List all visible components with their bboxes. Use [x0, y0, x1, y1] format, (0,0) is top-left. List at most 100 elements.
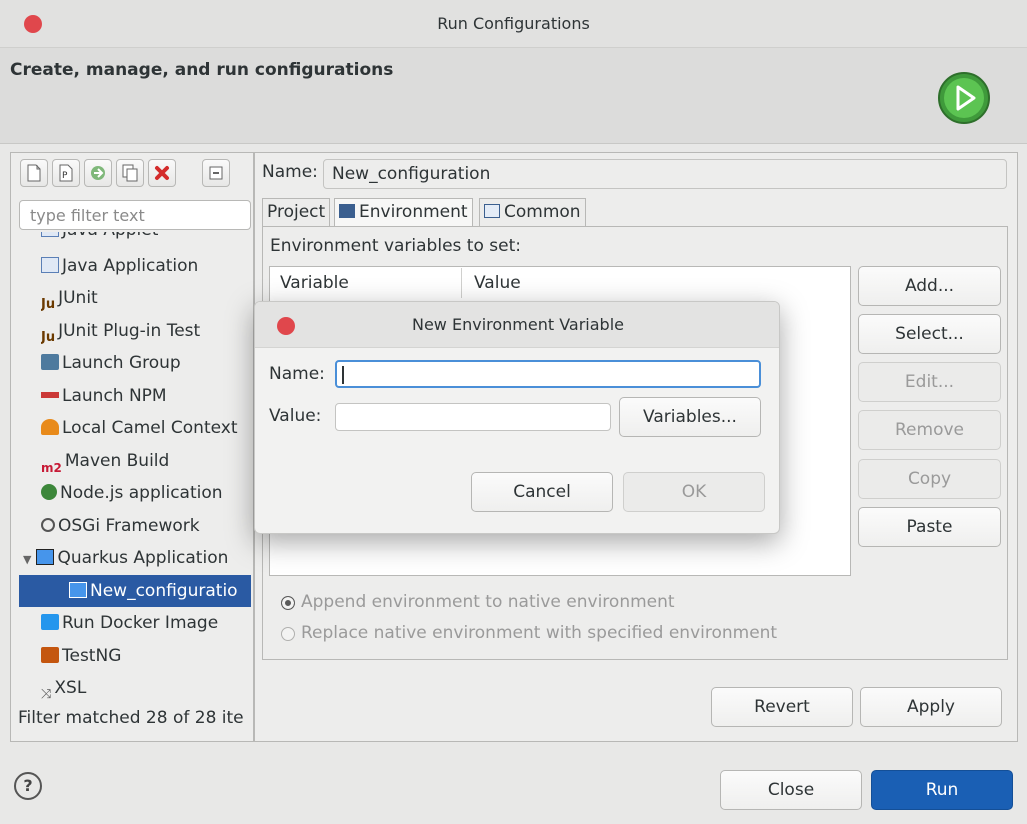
tree-item-label: JUnit Plug-in Test — [58, 321, 201, 341]
environment-tab-icon — [339, 203, 355, 218]
config-name-field[interactable] — [323, 159, 1007, 189]
tree-item-xsl[interactable]: ⤨ XSL — [41, 672, 251, 704]
append-env-label: Append environment to native environment — [301, 592, 675, 612]
java-applet-icon — [41, 232, 59, 237]
docker-icon — [41, 613, 59, 630]
tree-item-launch-npm[interactable]: Launch NPM — [41, 380, 251, 412]
duplicate-button[interactable] — [116, 159, 144, 187]
osgi-icon — [41, 517, 55, 532]
collapse-all-button[interactable] — [202, 159, 230, 187]
replace-env-radio[interactable] — [281, 627, 295, 641]
new-file-icon — [27, 164, 41, 182]
column-divider — [461, 268, 462, 298]
delete-button[interactable] — [148, 159, 176, 187]
new-config-button[interactable] — [20, 159, 48, 187]
filter-status: Filter matched 28 of 28 ite — [18, 708, 244, 728]
export-icon — [91, 166, 105, 180]
run-icon — [938, 72, 990, 124]
tab-label: Common — [504, 202, 581, 222]
env-variables-label: Environment variables to set: — [270, 236, 521, 256]
chevron-down-icon[interactable]: ▼ — [23, 553, 31, 566]
tab-environment[interactable]: Environment — [334, 198, 473, 226]
copy-button[interactable]: Copy — [858, 459, 1001, 499]
tree-item-label: Launch NPM — [62, 386, 167, 406]
tree-item-java-application[interactable]: Java Application — [41, 250, 251, 282]
maven-icon: m2 — [41, 460, 62, 475]
tree-item-label: Local Camel Context — [62, 418, 238, 438]
tree-item-label: TestNG — [62, 646, 122, 666]
tab-project[interactable]: Project — [262, 198, 331, 226]
tree-item-osgi-framework[interactable]: OSGi Framework — [41, 510, 251, 542]
apply-button[interactable]: Apply — [860, 687, 1002, 727]
tab-common[interactable]: Common — [479, 198, 586, 226]
dialog-close-button[interactable] — [277, 317, 295, 335]
collapse-all-icon — [209, 166, 223, 180]
variables-button[interactable]: Variables... — [619, 397, 761, 437]
config-tree: Java Applet Java Application JuJUnit JuJ… — [19, 232, 251, 712]
testng-icon — [41, 646, 59, 663]
tree-item-label: Run Docker Image — [62, 613, 219, 633]
tree-item-java-applet[interactable]: Java Applet — [41, 232, 251, 246]
tree-item-new-configuration[interactable]: New_configuratio — [19, 575, 251, 607]
tree-item-label: Java Application — [62, 256, 199, 276]
variable-value-input[interactable] — [335, 403, 611, 431]
dialog-name-label: Name: — [269, 364, 325, 384]
name-label: Name: — [262, 162, 318, 182]
export-button[interactable] — [84, 159, 112, 187]
tree-item-label: Launch Group — [62, 353, 181, 373]
window-title: Run Configurations — [437, 14, 590, 33]
window-close-button[interactable] — [24, 15, 42, 33]
dialog-title: New Environment Variable — [411, 315, 624, 334]
tree-item-maven-build[interactable]: m2 Maven Build — [41, 445, 251, 477]
cancel-button[interactable]: Cancel — [471, 472, 613, 512]
launch-group-icon — [41, 353, 59, 370]
tree-item-label: Node.js application — [60, 483, 223, 503]
svg-text:P: P — [62, 171, 68, 181]
tree-item-label: XSL — [54, 678, 87, 698]
tree-item-quarkus-application[interactable]: ▼ Quarkus Application — [23, 542, 251, 574]
tree-item-junit-plugin-test[interactable]: Ju JUnit Plug-in Test — [41, 315, 251, 347]
column-header-variable[interactable]: Variable — [280, 273, 349, 293]
text-caret — [342, 366, 344, 384]
add-button[interactable]: Add... — [858, 266, 1001, 306]
variable-name-input[interactable] — [335, 360, 761, 388]
quarkus-icon — [36, 548, 55, 565]
help-icon[interactable]: ? — [14, 772, 42, 800]
tree-item-label: Maven Build — [64, 451, 170, 471]
java-application-icon — [41, 256, 59, 273]
dialog-value-label: Value: — [269, 406, 322, 426]
edit-button[interactable]: Edit... — [858, 362, 1001, 402]
tree-item-label: Java Applet — [62, 232, 158, 240]
tree-item-launch-group[interactable]: Launch Group — [41, 347, 251, 379]
tree-item-nodejs-application[interactable]: Node.js application — [41, 477, 251, 509]
quarkus-config-icon — [69, 581, 87, 598]
tree-item-label: OSGi Framework — [58, 516, 200, 536]
close-button[interactable]: Close — [720, 770, 862, 810]
camel-icon — [41, 418, 59, 435]
banner-title: Create, manage, and run configurations — [10, 60, 394, 80]
tree-item-run-docker-image[interactable]: Run Docker Image — [41, 607, 251, 639]
tree-item-local-camel-context[interactable]: Local Camel Context — [41, 412, 251, 444]
junit-icon: Ju — [41, 296, 56, 312]
delete-icon — [155, 166, 169, 180]
paste-button[interactable]: Paste — [858, 507, 1001, 547]
tab-label: Environment — [359, 202, 468, 222]
tree-item-junit[interactable]: Ju JUnit — [41, 282, 251, 314]
append-env-radio[interactable] — [281, 596, 295, 610]
select-button[interactable]: Select... — [858, 314, 1001, 354]
npm-icon — [41, 392, 59, 398]
run-button[interactable]: Run — [871, 770, 1013, 810]
tree-item-label: New_configuratio — [90, 581, 238, 601]
tree-item-label: Quarkus Application — [57, 548, 229, 568]
tab-label: Project — [267, 202, 326, 222]
revert-button[interactable]: Revert — [711, 687, 853, 727]
tree-item-label: JUnit — [58, 288, 98, 308]
new-prototype-icon: P — [59, 164, 73, 182]
new-env-variable-dialog: New Environment Variable Name: Value: Va… — [254, 301, 780, 534]
column-header-value[interactable]: Value — [474, 273, 521, 293]
remove-button[interactable]: Remove — [858, 410, 1001, 450]
ok-button[interactable]: OK — [623, 472, 765, 512]
tree-item-testng[interactable]: TestNG — [41, 640, 251, 672]
new-prototype-button[interactable]: P — [52, 159, 80, 187]
filter-input[interactable] — [19, 200, 251, 230]
